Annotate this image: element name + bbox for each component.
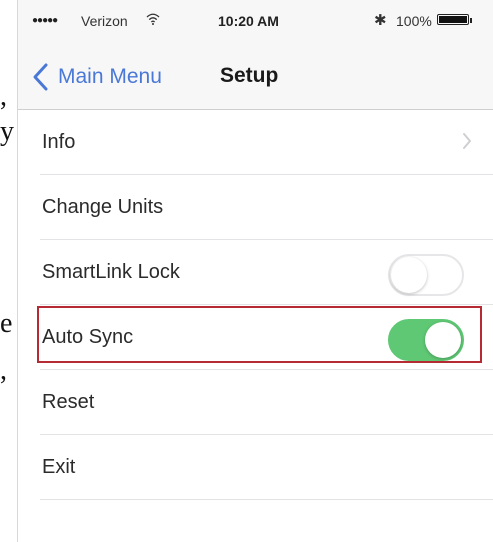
page: , y e , ●●●●● Verizon 10:20 AM ✱ 100% Ma…: [0, 0, 493, 542]
menu-item-reset[interactable]: Reset: [18, 370, 493, 435]
battery-percent: 100%: [396, 13, 432, 29]
menu-item-smartlink-lock: SmartLink Lock: [18, 240, 493, 305]
menu-item-label: Auto Sync: [42, 326, 134, 348]
chevron-right-icon: [463, 133, 471, 149]
auto-sync-toggle[interactable]: [388, 319, 464, 361]
setup-menu-list: Info Change Units SmartLink Lock Auto Sy…: [18, 110, 493, 500]
carrier-name: Verizon: [81, 13, 128, 29]
back-button[interactable]: Main Menu: [30, 62, 162, 92]
menu-item-label: Info: [42, 131, 76, 153]
text-fragment: y: [0, 116, 14, 147]
smartlink-lock-toggle[interactable]: [388, 254, 464, 296]
row-divider: [40, 499, 493, 500]
text-fragment: ,: [0, 355, 7, 386]
text-fragment: e: [0, 308, 13, 339]
signal-dots-icon: ●●●●●: [32, 15, 58, 26]
battery-icon: [437, 14, 472, 25]
chevron-left-icon: [33, 63, 48, 91]
wifi-icon: [146, 13, 160, 25]
menu-item-label: Exit: [42, 456, 76, 478]
menu-item-exit[interactable]: Exit: [18, 435, 493, 500]
status-time: 10:20 AM: [218, 13, 279, 29]
menu-item-change-units[interactable]: Change Units: [18, 175, 493, 240]
status-bar: ●●●●● Verizon 10:20 AM ✱ 100%: [18, 0, 493, 38]
text-fragment: ,: [0, 81, 7, 112]
bluetooth-icon: ✱: [374, 12, 387, 29]
toggle-knob: [425, 322, 461, 358]
menu-item-label: Reset: [42, 391, 95, 413]
page-title: Setup: [220, 64, 279, 87]
menu-item-info[interactable]: Info: [18, 110, 493, 175]
toggle-knob: [391, 257, 427, 293]
phone-screen: ●●●●● Verizon 10:20 AM ✱ 100% Main Menu: [17, 0, 493, 542]
menu-item-label: Change Units: [42, 196, 164, 218]
back-button-label: Main Menu: [58, 65, 162, 88]
menu-item-label: SmartLink Lock: [42, 261, 180, 283]
menu-item-auto-sync: Auto Sync: [18, 305, 493, 370]
navigation-bar: Main Menu Setup: [18, 38, 493, 110]
